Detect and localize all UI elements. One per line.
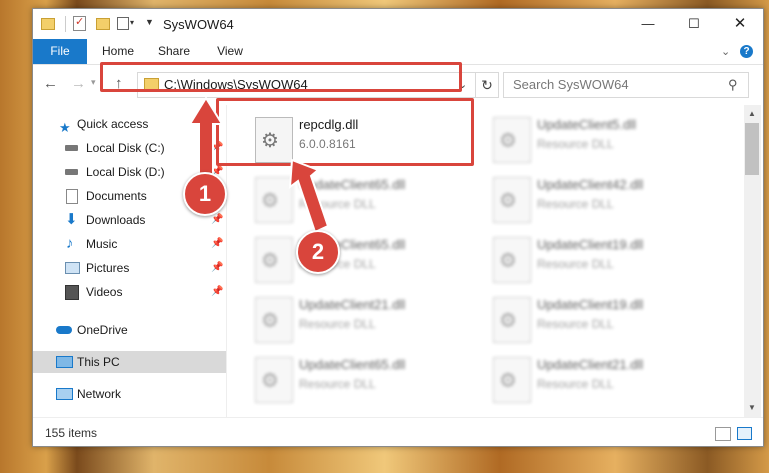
callout-badge-2: 2 xyxy=(296,230,340,274)
callout-arrows xyxy=(188,96,330,234)
arrow-2-icon xyxy=(288,158,330,234)
callout-badge-1: 1 xyxy=(183,172,227,216)
arrow-1-icon xyxy=(188,96,224,179)
